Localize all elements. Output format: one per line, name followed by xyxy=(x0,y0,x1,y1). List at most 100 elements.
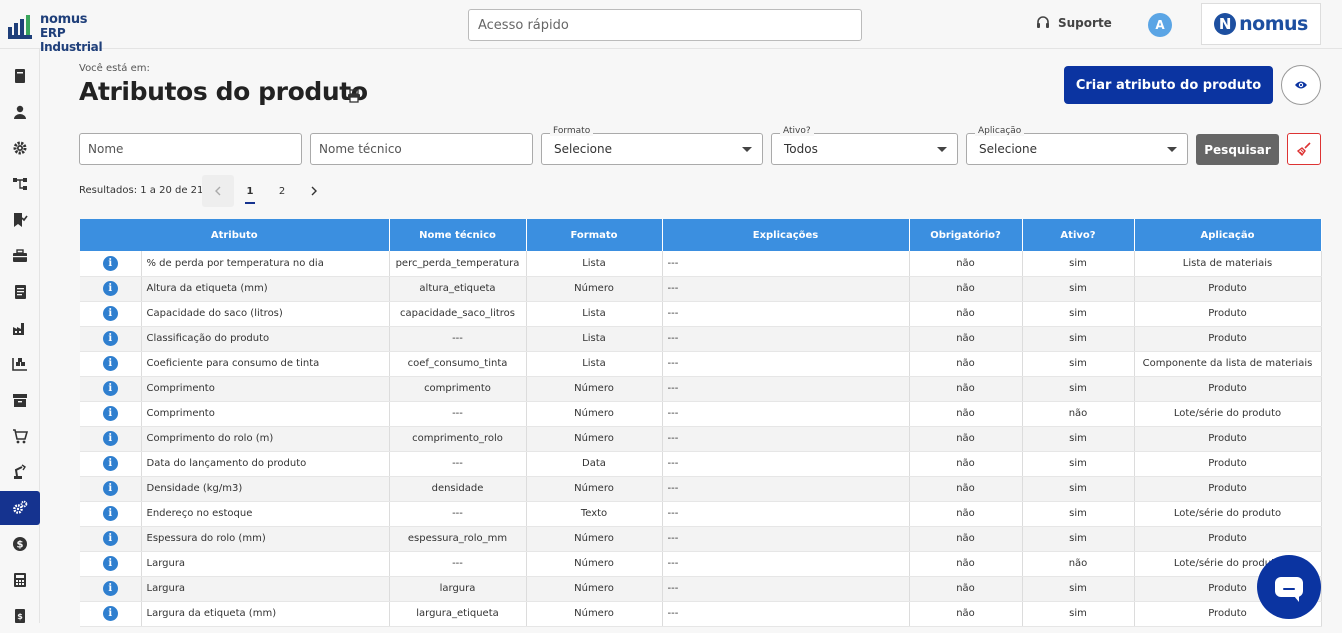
format-cell: Número xyxy=(526,276,663,302)
column-header-atributo[interactable]: Atributo xyxy=(80,219,390,251)
nome-tecnico-filter-field[interactable] xyxy=(310,133,533,165)
table-row[interactable]: i Altura da etiqueta (mm) altura_etiqueta N… xyxy=(80,276,1322,302)
search-button[interactable]: Pesquisar xyxy=(1196,134,1279,165)
pagination-page-2[interactable]: 2 xyxy=(266,175,298,207)
info-icon[interactable]: i xyxy=(102,456,118,471)
nomus-erp-logo[interactable]: nomus ERP Industrial xyxy=(8,9,128,54)
column-header-formato[interactable]: Formato xyxy=(526,219,663,251)
info-icon[interactable]: i xyxy=(102,281,118,296)
format-cell: Número xyxy=(526,401,663,427)
info-icon[interactable]: i xyxy=(102,506,118,521)
info-icon[interactable]: i xyxy=(102,481,118,496)
table-row[interactable]: i Largura largura Número --- não sim Produto xyxy=(80,576,1322,602)
chevron-down-icon xyxy=(937,147,947,152)
info-icon[interactable]: i xyxy=(102,406,118,421)
active-cell: não xyxy=(1022,401,1135,427)
clear-filters-button[interactable] xyxy=(1287,133,1321,165)
sidebar-item-user[interactable] xyxy=(0,95,40,129)
format-cell: Lista xyxy=(526,326,663,352)
sidebar-item-invoices[interactable]: $ xyxy=(0,599,40,633)
technical-name-cell: --- xyxy=(389,401,527,427)
info-icon[interactable]: i xyxy=(102,381,118,396)
table-row[interactable]: i Classificação do produto --- Lista --- não s… xyxy=(80,326,1322,352)
attr-name-cell: Classificação do produto xyxy=(141,326,390,352)
table-row[interactable]: i Largura da etiqueta (mm) largura_etiquet… xyxy=(80,601,1322,627)
attr-name-cell: Altura da etiqueta (mm) xyxy=(141,276,390,302)
table-row[interactable]: i Endereço no estoque --- Texto --- não sim Lot… xyxy=(80,501,1322,527)
aplicacao-value: Selecione xyxy=(979,142,1037,156)
print-icon[interactable] xyxy=(347,89,361,103)
sidebar-item-purchases[interactable] xyxy=(0,419,40,453)
table-row[interactable]: i Espessura do rolo (mm) espessura_rolo_mm… xyxy=(80,526,1322,552)
column-header-aplicacao[interactable]: Aplicação xyxy=(1134,219,1322,251)
chevron-down-icon xyxy=(742,147,752,152)
sidebar-item-logistics[interactable] xyxy=(0,347,40,381)
ativo-select[interactable]: Ativo? Todos xyxy=(771,126,958,165)
attributes-table: Atributo Nome técnico Formato Explicaçõe… xyxy=(80,219,1322,627)
pagination-page-1[interactable]: 1 xyxy=(234,175,266,207)
table-row[interactable]: i Comprimento --- Número --- não não Lote/série… xyxy=(80,401,1322,427)
column-header-nome-tecnico[interactable]: Nome técnico xyxy=(389,219,527,251)
support-link[interactable]: Suporte xyxy=(1036,16,1112,30)
explanations-cell: --- xyxy=(662,326,910,352)
info-icon[interactable]: i xyxy=(102,606,118,621)
svg-text:$: $ xyxy=(17,540,24,551)
sidebar-item-finance[interactable]: $ xyxy=(0,527,40,561)
nome-tecnico-input[interactable] xyxy=(319,134,524,164)
pagination-next-button[interactable] xyxy=(298,175,330,207)
table-row[interactable]: i Densidade (kg/m3) densidade Número --- não s… xyxy=(80,476,1322,502)
formato-label: Formato xyxy=(550,126,594,136)
sidebar-item-accounting[interactable] xyxy=(0,563,40,597)
sidebar-item-documents[interactable] xyxy=(0,275,40,309)
required-cell: não xyxy=(909,376,1023,402)
required-cell: não xyxy=(909,251,1023,277)
table-row[interactable]: i % de perda por temperatura no dia perc_p… xyxy=(80,251,1322,277)
info-icon[interactable]: i xyxy=(102,331,118,346)
sidebar-item-inventory[interactable] xyxy=(0,383,40,417)
table-row[interactable]: i Capacidade do saco (litros) capacidade_s… xyxy=(80,301,1322,327)
robot-arm-icon xyxy=(14,464,26,479)
svg-text:$: $ xyxy=(17,612,23,621)
quick-access-search-input[interactable] xyxy=(468,9,862,41)
formato-select[interactable]: Formato Selecione xyxy=(541,126,763,165)
create-attribute-button[interactable]: Criar atributo do produto xyxy=(1064,66,1273,104)
info-icon[interactable]: i xyxy=(102,581,118,596)
pagination-prev-button[interactable] xyxy=(202,175,234,207)
info-icon[interactable]: i xyxy=(102,255,118,271)
view-toggle-button[interactable] xyxy=(1281,65,1321,105)
info-cell: i xyxy=(80,326,142,352)
sidebar-item-tools[interactable] xyxy=(0,239,40,273)
user-avatar[interactable]: A xyxy=(1148,13,1172,37)
info-icon[interactable]: i xyxy=(102,531,118,546)
info-icon[interactable]: i xyxy=(102,431,118,446)
required-cell: não xyxy=(909,426,1023,452)
table-row[interactable]: i Data do lançamento do produto --- Data ---… xyxy=(80,451,1322,477)
info-icon[interactable]: i xyxy=(102,306,118,321)
sidebar-item-structure[interactable] xyxy=(0,167,40,201)
column-header-obrigatorio[interactable]: Obrigatório? xyxy=(909,219,1023,251)
table-row[interactable]: i Comprimento do rolo (m) comprimento_rolo… xyxy=(80,426,1322,452)
info-icon[interactable]: i xyxy=(102,556,118,571)
sidebar-item-production[interactable] xyxy=(0,311,40,345)
column-header-explicacoes[interactable]: Explicações xyxy=(662,219,910,251)
sidebar-item-tasks[interactable] xyxy=(0,203,40,237)
required-cell: não xyxy=(909,476,1023,502)
sidebar-item-product-settings[interactable] xyxy=(0,491,40,525)
column-header-ativo[interactable]: Ativo? xyxy=(1022,219,1135,251)
sidebar-item-automation[interactable] xyxy=(0,455,40,489)
info-icon[interactable]: i xyxy=(102,356,118,371)
nome-input[interactable] xyxy=(88,134,293,164)
chat-widget-button[interactable] xyxy=(1257,555,1321,619)
table-row[interactable]: i Coeficiente para consumo de tinta coef_c… xyxy=(80,351,1322,377)
format-cell: Texto xyxy=(526,501,663,527)
table-row[interactable]: i Comprimento comprimento Número --- não sim Pr… xyxy=(80,376,1322,402)
sidebar-item-book[interactable] xyxy=(0,59,40,93)
nome-filter-field[interactable] xyxy=(79,133,302,165)
format-cell: Número xyxy=(526,526,663,552)
sidebar-item-settings[interactable] xyxy=(0,131,40,165)
aplicacao-select[interactable]: Aplicação Selecione xyxy=(966,126,1188,165)
technical-name-cell: perc_perda_temperatura xyxy=(389,251,527,277)
table-row[interactable]: i Largura --- Número --- não não Lote/série do … xyxy=(80,551,1322,577)
explanations-cell: --- xyxy=(662,251,910,277)
logo-text-erp: ERP Industrial xyxy=(40,26,103,54)
